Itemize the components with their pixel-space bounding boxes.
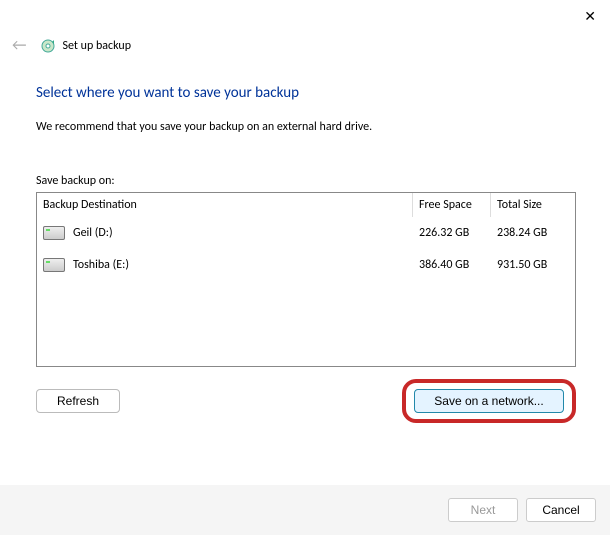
save-backup-label: Save backup on: [36,174,576,188]
col-pad [563,193,575,217]
drive-total: 238.24 GB [491,226,563,240]
highlight-annotation: Save on a network... [402,379,576,423]
header: ← Set up backup [12,36,131,55]
drive-name: Toshiba (E:) [73,258,129,272]
refresh-button[interactable]: Refresh [36,389,120,413]
drive-icon [43,258,65,272]
drive-name: Geil (D:) [73,226,113,240]
drive-total: 931.50 GB [491,258,563,272]
col-destination[interactable]: Backup Destination [37,193,413,217]
button-row: Refresh Save on a network... [36,379,576,423]
col-total-size[interactable]: Total Size [491,193,563,217]
col-free-space[interactable]: Free Space [413,193,491,217]
table-row[interactable]: Toshiba (E:) 386.40 GB 931.50 GB [37,249,575,281]
window-title: Set up backup [62,39,131,53]
recommendation-text: We recommend that you save your backup o… [36,120,576,134]
backup-icon [40,38,56,54]
page-title: Select where you want to save your backu… [36,84,576,102]
drive-icon [43,226,65,240]
close-button[interactable]: ✕ [584,8,596,25]
main-content: Select where you want to save your backu… [36,84,576,423]
table-header: Backup Destination Free Space Total Size [37,193,575,217]
next-button[interactable]: Next [448,498,518,522]
drive-table: Backup Destination Free Space Total Size… [36,192,576,367]
drive-free: 226.32 GB [413,226,491,240]
cancel-button[interactable]: Cancel [526,498,596,522]
footer: Next Cancel [0,485,610,535]
table-row[interactable]: Geil (D:) 226.32 GB 238.24 GB [37,217,575,249]
drive-free: 386.40 GB [413,258,491,272]
save-on-network-button[interactable]: Save on a network... [414,389,564,413]
back-arrow-icon[interactable]: ← [12,36,34,55]
